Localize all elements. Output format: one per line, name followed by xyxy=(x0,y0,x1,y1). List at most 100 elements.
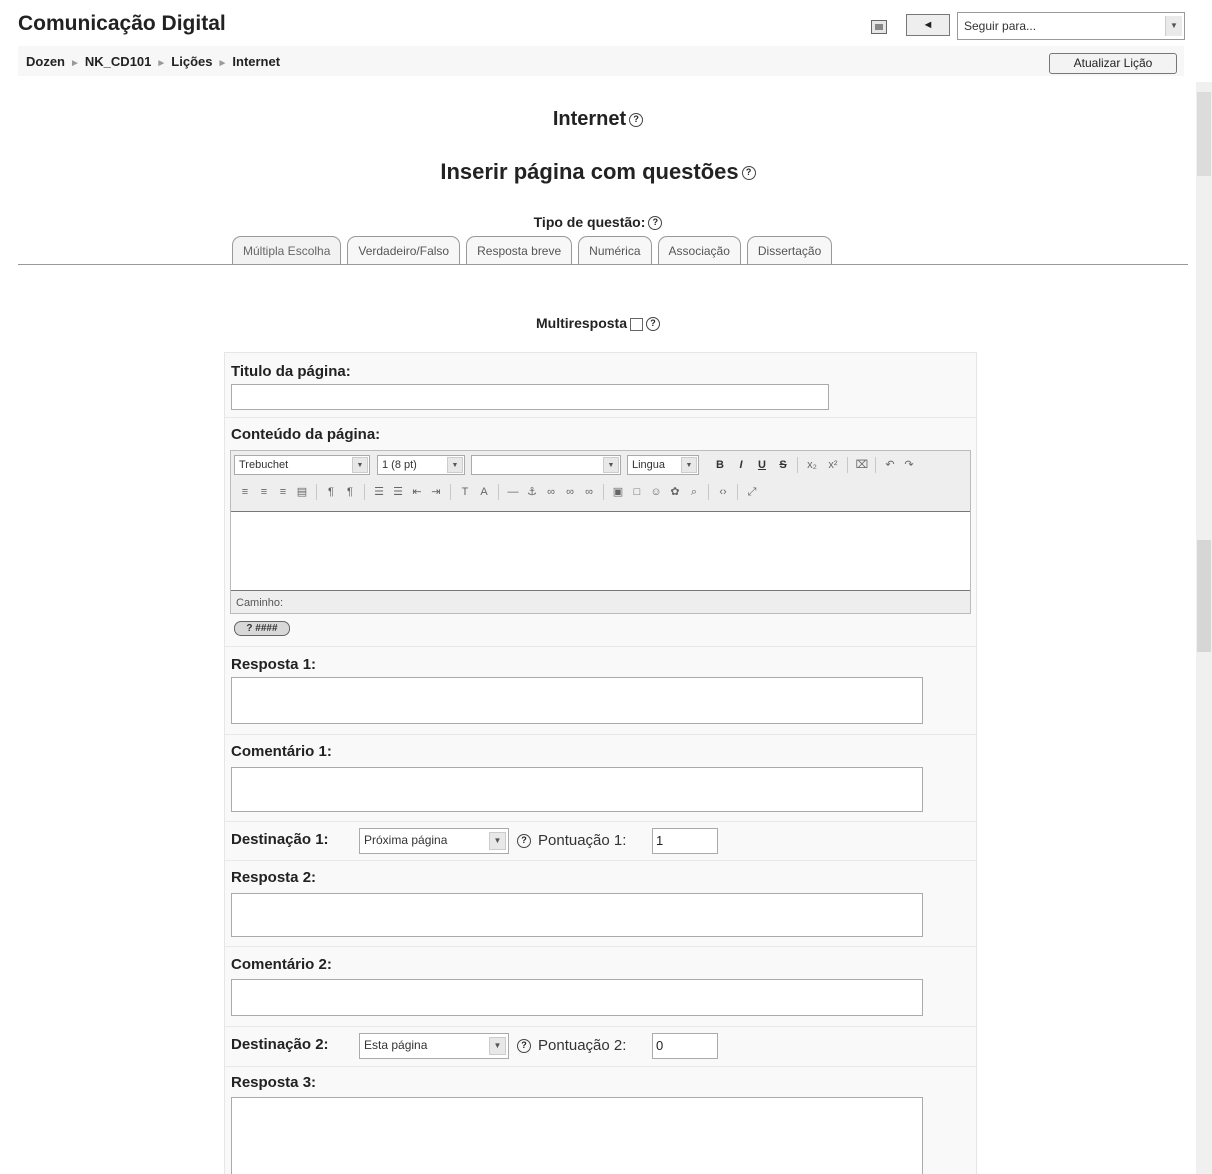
background-color-icon[interactable]: A xyxy=(476,484,492,500)
scrollbar-thumb[interactable] xyxy=(1197,540,1211,652)
comment-2-label: Comentário 2: xyxy=(231,956,332,973)
save-icon[interactable] xyxy=(871,20,887,34)
jump-to-select[interactable]: Seguir para... ▼ xyxy=(957,12,1185,40)
help-icon[interactable]: ? xyxy=(646,317,660,332)
smiley-icon[interactable]: ☺ xyxy=(648,484,664,500)
form-divider xyxy=(224,646,977,647)
html-source-icon[interactable]: ‹› xyxy=(715,484,731,500)
score-1-input[interactable]: 1 xyxy=(652,828,718,854)
strikethrough-icon[interactable]: S xyxy=(775,457,791,473)
search-replace-icon[interactable]: ⌕ xyxy=(686,484,702,500)
align-right-icon[interactable]: ≡ xyxy=(275,484,291,500)
tab-true-false[interactable]: Verdadeiro/Falso xyxy=(347,236,461,264)
tab-short-answer[interactable]: Resposta breve xyxy=(466,236,573,264)
lesson-title-text: Internet xyxy=(552,108,627,130)
chevron-down-icon: ▼ xyxy=(603,457,619,473)
fullscreen-icon[interactable]: ⤢ xyxy=(744,484,760,500)
unordered-list-icon[interactable]: ☰ xyxy=(390,484,406,500)
previous-button[interactable]: ◄ xyxy=(906,14,950,36)
page-title-input[interactable] xyxy=(231,384,829,410)
score-1-label: Pontuação 1: xyxy=(538,832,627,849)
indent-icon[interactable]: ⇥ xyxy=(428,484,444,500)
tab-matching[interactable]: Associação xyxy=(657,236,741,264)
tab-multiple-choice[interactable]: Múltipla Escolha xyxy=(232,236,342,264)
breadcrumb: Dozen ► NK_CD101 ► Lições ► Internet xyxy=(26,54,280,69)
answer-1-textarea[interactable] xyxy=(231,677,923,724)
comment-1-textarea[interactable] xyxy=(231,767,923,812)
heading-select[interactable]: ▼ xyxy=(471,455,621,475)
form-divider xyxy=(224,1026,977,1027)
size-select[interactable]: 1 (8 pt) ▼ xyxy=(377,455,465,475)
toolbar-separator xyxy=(498,484,499,500)
answer-3-textarea[interactable] xyxy=(231,1097,923,1174)
help-icon[interactable]: ? xyxy=(517,834,531,848)
tab-numerical[interactable]: Numérica xyxy=(578,236,652,264)
score-2-label: Pontuação 2: xyxy=(538,1037,627,1054)
breadcrumb-link-lessons[interactable]: Lições xyxy=(171,54,212,69)
underline-icon[interactable]: U xyxy=(754,457,770,473)
editor-path-label: Caminho: xyxy=(236,597,284,609)
editor-content-area[interactable] xyxy=(231,511,970,591)
toolbar-separator xyxy=(450,484,451,500)
justify-icon[interactable]: ▤ xyxy=(294,484,310,500)
help-icon[interactable]: ? xyxy=(741,166,756,181)
breadcrumb-separator: ► xyxy=(217,58,228,69)
comment-1-label: Comentário 1: xyxy=(231,743,332,760)
multi-answer-checkbox[interactable] xyxy=(630,317,643,331)
clean-word-icon[interactable]: ⌧ xyxy=(854,457,870,473)
horizontal-rule-icon[interactable]: — xyxy=(505,484,521,500)
anchor-icon[interactable]: ⚓ xyxy=(524,484,540,500)
update-lesson-button[interactable]: Atualizar Lição xyxy=(1049,53,1177,74)
rich-text-editor: Trebuchet ▼ 1 (8 pt) ▼ ▼ Lingua ▼ B I U S x… xyxy=(230,450,971,614)
comment-2-textarea[interactable] xyxy=(231,979,923,1016)
unlink-icon[interactable]: ∞ xyxy=(562,484,578,500)
answer-2-textarea[interactable] xyxy=(231,893,923,937)
score-2-input[interactable]: 0 xyxy=(652,1033,718,1059)
size-value: 1 (8 pt) xyxy=(382,459,417,471)
align-left-icon[interactable]: ≡ xyxy=(237,484,253,500)
special-chars-icon[interactable]: ✿ xyxy=(667,484,683,500)
toolbar-separator xyxy=(708,484,709,500)
destination-1-select[interactable]: Próxima página ▼ xyxy=(359,828,509,854)
bold-icon[interactable]: B xyxy=(712,457,728,473)
help-badge[interactable]: ? #### xyxy=(234,621,290,636)
destination-1-label: Destinação 1: xyxy=(231,831,329,848)
destination-2-value: Esta página xyxy=(364,1038,428,1052)
ltr-icon[interactable]: ¶ xyxy=(323,484,339,500)
jump-to-value: Seguir para... xyxy=(964,19,1037,33)
toolbar-separator xyxy=(364,484,365,500)
scrollbar-thumb[interactable] xyxy=(1197,92,1211,176)
chevron-down-icon: ▼ xyxy=(489,1037,506,1055)
link-icon[interactable]: ∞ xyxy=(543,484,559,500)
text-color-icon[interactable]: T xyxy=(457,484,473,500)
subscript-icon[interactable]: x₂ xyxy=(804,457,820,473)
outdent-icon[interactable]: ⇤ xyxy=(409,484,425,500)
table-icon[interactable]: □ xyxy=(629,484,645,500)
nolink-icon[interactable]: ∞ xyxy=(581,484,597,500)
destination-2-select[interactable]: Esta página ▼ xyxy=(359,1033,509,1059)
ordered-list-icon[interactable]: ☰ xyxy=(371,484,387,500)
insert-page-title-text: Inserir página com questões xyxy=(440,159,739,184)
breadcrumb-link-dozen[interactable]: Dozen xyxy=(26,54,65,69)
align-center-icon[interactable]: ≡ xyxy=(256,484,272,500)
help-icon[interactable]: ? xyxy=(648,216,663,231)
help-icon[interactable]: ? xyxy=(517,1039,531,1053)
italic-icon[interactable]: I xyxy=(733,457,749,473)
breadcrumb-link-course[interactable]: NK_CD101 xyxy=(85,54,151,69)
redo-icon[interactable]: ↷ xyxy=(901,457,917,473)
chevron-down-icon: ▼ xyxy=(447,457,463,473)
language-value: Lingua xyxy=(632,459,666,471)
image-icon[interactable]: ▣ xyxy=(610,484,626,500)
toolbar-separator xyxy=(847,457,848,473)
form-divider xyxy=(224,1066,977,1067)
font-select[interactable]: Trebuchet ▼ xyxy=(234,455,370,475)
undo-icon[interactable]: ↶ xyxy=(882,457,898,473)
superscript-icon[interactable]: x² xyxy=(825,457,841,473)
toolbar-separator xyxy=(797,457,798,473)
rtl-icon[interactable]: ¶ xyxy=(342,484,358,500)
help-icon[interactable]: ? xyxy=(629,112,644,127)
tab-essay[interactable]: Dissertação xyxy=(746,236,833,264)
tab-divider xyxy=(18,264,1188,265)
language-select[interactable]: Lingua ▼ xyxy=(627,455,699,475)
question-type-tabs: Múltipla Escolha Verdadeiro/Falso Respos… xyxy=(232,236,838,264)
